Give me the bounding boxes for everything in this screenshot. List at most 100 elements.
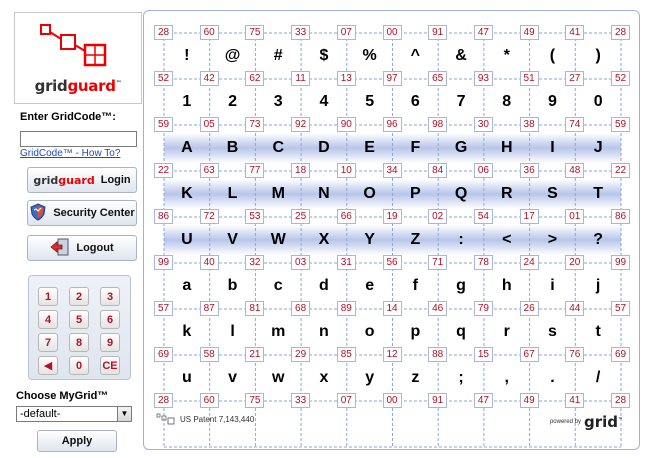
grid-character[interactable]: W — [263, 230, 293, 250]
grid-character[interactable]: 6 — [400, 92, 430, 112]
grid-character[interactable]: D — [309, 138, 339, 158]
grid-character[interactable]: ? — [583, 230, 613, 250]
key-8[interactable]: 8 — [69, 333, 89, 352]
grid-character[interactable]: Z — [400, 230, 430, 250]
grid-character[interactable]: % — [355, 46, 385, 66]
security-center-button[interactable]: Security Center — [27, 200, 137, 226]
grid-character[interactable]: X — [309, 230, 339, 250]
grid-character[interactable]: @ — [218, 46, 248, 66]
grid-character[interactable]: r — [492, 322, 522, 342]
logout-button[interactable]: Logout — [27, 235, 137, 261]
grid-character[interactable]: ! — [172, 46, 202, 66]
grid-character[interactable]: c — [263, 276, 293, 296]
grid-character[interactable]: O — [355, 184, 385, 204]
login-button[interactable]: gridguard Login — [27, 167, 137, 193]
key-6[interactable]: 6 — [100, 310, 120, 329]
grid-character[interactable]: G — [446, 138, 476, 158]
grid-character[interactable]: w — [263, 368, 293, 388]
clear-key[interactable]: CE — [100, 356, 120, 375]
grid-character[interactable]: a — [172, 276, 202, 296]
grid-character[interactable]: Q — [446, 184, 476, 204]
grid-character[interactable]: m — [263, 322, 293, 342]
grid-character[interactable]: ) — [583, 46, 613, 66]
grid-character[interactable]: 7 — [446, 92, 476, 112]
grid-character[interactable]: E — [355, 138, 385, 158]
grid-character[interactable]: t — [583, 322, 613, 342]
key-4[interactable]: 4 — [38, 310, 58, 329]
grid-character[interactable]: ^ — [400, 46, 430, 66]
grid-character[interactable]: f — [400, 276, 430, 296]
grid-character[interactable]: T — [583, 184, 613, 204]
mygrid-select[interactable]: -default- ▼ — [16, 406, 132, 422]
grid-character[interactable]: l — [218, 322, 248, 342]
backspace-key[interactable]: ◀ — [38, 356, 58, 375]
chevron-down-icon[interactable]: ▼ — [117, 407, 131, 421]
grid-character[interactable]: h — [492, 276, 522, 296]
grid-character[interactable]: i — [537, 276, 567, 296]
grid-character[interactable]: 5 — [355, 92, 385, 112]
grid-character[interactable]: 3 — [263, 92, 293, 112]
grid-character[interactable]: 1 — [172, 92, 202, 112]
grid-character[interactable]: 2 — [218, 92, 248, 112]
key-3[interactable]: 3 — [100, 287, 120, 306]
grid-character[interactable]: / — [583, 368, 613, 388]
grid-character[interactable]: b — [218, 276, 248, 296]
gridcode-input[interactable] — [20, 131, 137, 147]
apply-button[interactable]: Apply — [37, 430, 117, 452]
key-5[interactable]: 5 — [69, 310, 89, 329]
grid-character[interactable]: U — [172, 230, 202, 250]
key-1[interactable]: 1 — [38, 287, 58, 306]
grid-character[interactable]: $ — [309, 46, 339, 66]
key-2[interactable]: 2 — [69, 287, 89, 306]
grid-character[interactable]: I — [537, 138, 567, 158]
grid-character[interactable]: p — [400, 322, 430, 342]
grid-character[interactable]: o — [355, 322, 385, 342]
grid-character[interactable]: : — [446, 230, 476, 250]
grid-character[interactable]: v — [218, 368, 248, 388]
grid-character[interactable]: ; — [446, 368, 476, 388]
grid-character[interactable]: . — [537, 368, 567, 388]
grid-character[interactable]: 9 — [537, 92, 567, 112]
grid-character[interactable]: ( — [537, 46, 567, 66]
grid-character[interactable]: V — [218, 230, 248, 250]
key-7[interactable]: 7 — [38, 333, 58, 352]
grid-character[interactable]: & — [446, 46, 476, 66]
grid-character[interactable]: 8 — [492, 92, 522, 112]
grid-character[interactable]: Y — [355, 230, 385, 250]
grid-character[interactable]: x — [309, 368, 339, 388]
grid-character[interactable]: * — [492, 46, 522, 66]
grid-character[interactable]: M — [263, 184, 293, 204]
grid-character[interactable]: j — [583, 276, 613, 296]
grid-character[interactable]: K — [172, 184, 202, 204]
grid-character[interactable]: > — [537, 230, 567, 250]
grid-character[interactable]: N — [309, 184, 339, 204]
grid-character[interactable]: 4 — [309, 92, 339, 112]
grid-character[interactable]: L — [218, 184, 248, 204]
grid-character[interactable]: < — [492, 230, 522, 250]
grid-character[interactable]: , — [492, 368, 522, 388]
grid-character[interactable]: B — [218, 138, 248, 158]
key-9[interactable]: 9 — [100, 333, 120, 352]
grid-character[interactable]: n — [309, 322, 339, 342]
grid-character[interactable]: g — [446, 276, 476, 296]
grid-character[interactable]: # — [263, 46, 293, 66]
howto-link[interactable]: GridCode™ - How To? — [20, 148, 120, 159]
grid-character[interactable]: u — [172, 368, 202, 388]
grid-character[interactable]: A — [172, 138, 202, 158]
key-0[interactable]: 0 — [69, 356, 89, 375]
grid-character[interactable]: d — [309, 276, 339, 296]
grid-character[interactable]: z — [400, 368, 430, 388]
grid-character[interactable]: s — [537, 322, 567, 342]
grid-character[interactable]: S — [537, 184, 567, 204]
grid-character[interactable]: C — [263, 138, 293, 158]
grid-character[interactable]: e — [355, 276, 385, 296]
grid-character[interactable]: F — [400, 138, 430, 158]
grid-character[interactable]: q — [446, 322, 476, 342]
grid-character[interactable]: J — [583, 138, 613, 158]
grid-character[interactable]: k — [172, 322, 202, 342]
grid-character[interactable]: P — [400, 184, 430, 204]
grid-character[interactable]: H — [492, 138, 522, 158]
grid-character[interactable]: R — [492, 184, 522, 204]
grid-character[interactable]: y — [355, 368, 385, 388]
grid-character[interactable]: 0 — [583, 92, 613, 112]
